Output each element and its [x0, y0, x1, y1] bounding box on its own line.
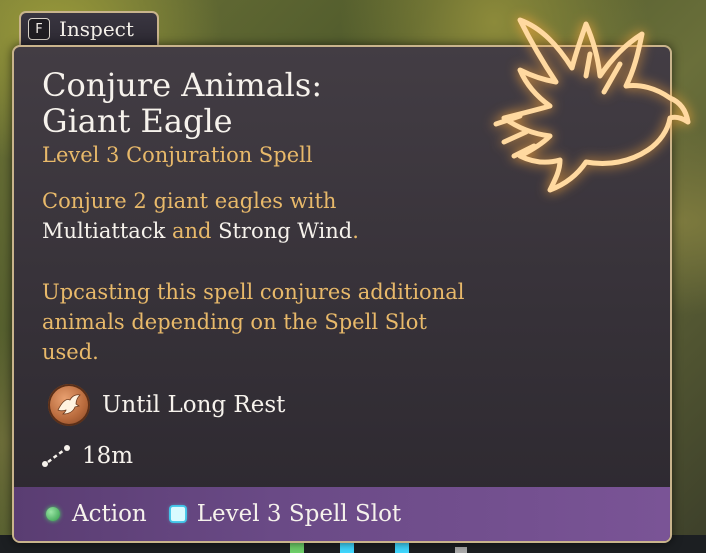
duration-text: Until Long Rest: [102, 392, 286, 418]
spell-slot-icon: [170, 507, 185, 521]
range-icon: [42, 445, 70, 467]
range-row: 18m: [40, 443, 133, 469]
eagle-glyph-icon: [493, 17, 691, 193]
hotbar-glyph: [455, 547, 467, 553]
upcast-text: Upcasting this spell conjures additional…: [42, 280, 465, 364]
spell-level-school: Level 3 Conjuration Spell: [42, 143, 313, 167]
action-resource: Action: [46, 501, 147, 527]
description-period: .: [352, 219, 359, 243]
spell-description: Conjure 2 giant eagles with Multiattack …: [42, 186, 482, 246]
range-text: 18m: [82, 443, 134, 469]
inspect-label: Inspect: [59, 17, 134, 41]
spell-slot-resource: Level 3 Spell Slot: [170, 501, 402, 527]
keyword-strong-wind[interactable]: Strong Wind: [218, 219, 352, 243]
description-text: Conjure 2 giant eagles with: [42, 189, 337, 213]
duration-row: Until Long Rest: [48, 384, 285, 426]
spell-title: Conjure Animals: Giant Eagle: [42, 67, 322, 139]
keybind-badge: F: [28, 18, 50, 40]
description-conjunction: and: [165, 219, 219, 243]
eagle-icon: [57, 394, 81, 415]
spell-slot-label: Level 3 Spell Slot: [196, 501, 402, 527]
spell-title-line2: Giant Eagle: [42, 102, 233, 140]
spell-title-line1: Conjure Animals:: [42, 66, 323, 104]
duration-icon: [48, 384, 90, 426]
keyword-multiattack[interactable]: Multiattack: [42, 219, 165, 243]
inspect-tab[interactable]: F Inspect: [19, 11, 159, 45]
cost-footer: Action Level 3 Spell Slot: [14, 487, 670, 541]
action-label: Action: [72, 501, 147, 527]
action-dot-icon: [46, 507, 60, 521]
